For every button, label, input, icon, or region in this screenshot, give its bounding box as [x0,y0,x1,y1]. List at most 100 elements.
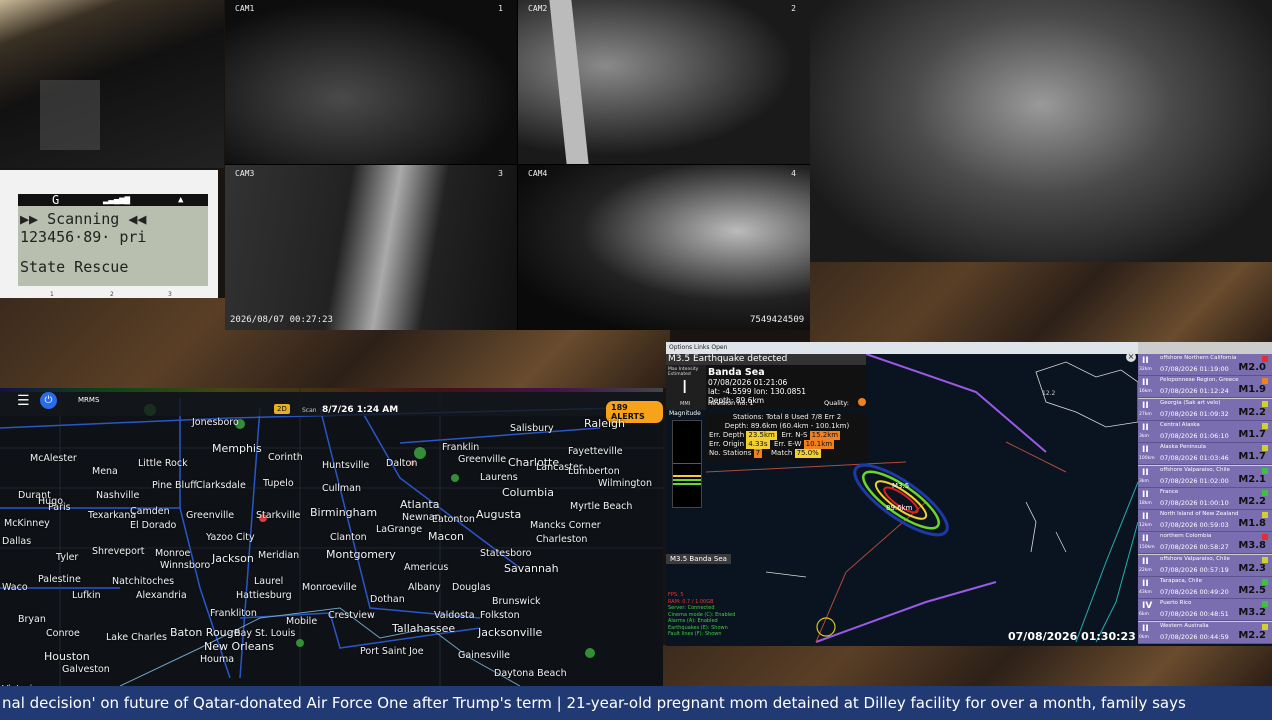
list-datetime: 07/08/2026 00:57:19 [1160,565,1229,574]
list-magnitude: M3.2 [1238,607,1266,619]
quake-list-item[interactable]: II 22km offshore Valparaiso, Chile 07/08/20… [1138,554,1272,577]
city-label: Statesboro [480,548,532,559]
camera-3-view[interactable]: CAM3 3 [225,165,517,330]
city-label: Monroe [155,548,191,559]
quake-datetime: 07/08/2026 01:21:06 [708,378,788,387]
city-label: Americus [404,562,449,573]
city-label: Laurel [254,576,284,587]
list-magnitude: M2.0 [1238,362,1266,373]
camera-number: 3 [498,169,503,178]
city-label: Tupelo [263,478,294,489]
quake-list-item[interactable]: II 27km Georgia (Sak art velo) 07/08/2026 0… [1138,398,1272,421]
city-label: Brunswick [492,596,541,607]
city-label: Macon [428,530,464,543]
backyard-camera [810,0,1272,262]
quake-clock: 07/08/2026 01:30:23 [1008,630,1136,643]
city-label: Memphis [212,442,262,455]
quake-list-item[interactable]: II 43km Tarapaca, Chile 07/08/2026 00:49:20… [1138,577,1272,599]
power-icon[interactable]: ⏻ [40,392,57,409]
city-label: McAlester [30,453,77,464]
list-mmi: II [1142,422,1149,433]
radio-scanner: G ▂▃▄▅▆ ▲ ▶▶ Scanning ◀◀ 123456·89· pri … [0,170,218,298]
quake-list-item[interactable]: II 3km offshore Valparaiso, Chile 07/08/202… [1138,465,1272,488]
list-datetime: 07/08/2026 00:59:03 [1160,521,1229,530]
background-scene-right [810,262,1272,346]
camera-4-view[interactable]: CAM4 4 [518,165,810,330]
quake-list-item[interactable]: II 3km Central Alaska 07/08/2026 01:06:10 M1… [1138,420,1272,443]
list-distance: 150km [1139,545,1155,551]
city-label: Clanton [330,532,367,543]
camera-2-view[interactable]: CAM2 2 [518,0,810,164]
camera-label: CAM4 [528,169,548,178]
list-magnitude: M3.8 [1238,540,1266,552]
city-label: El Dorado [130,520,177,531]
city-label: Laurens [480,472,518,483]
list-distance: 16km [1139,389,1152,395]
city-label: Bryan [18,614,46,625]
list-distance: 18km [1139,500,1152,506]
background-scene-bottom [660,645,1272,687]
city-label: Meridian [258,550,300,561]
city-label: Dothan [370,594,405,605]
list-location: Peloponnese Region, Greece [1160,377,1239,384]
list-mmi: II [1142,579,1149,589]
earthquake-monitor[interactable]: Options Links Open M3.5 Earthquake detec… [666,342,1272,646]
city-label: Mena [92,466,118,477]
close-icon[interactable]: × [1126,352,1136,362]
list-distance: 27km [1139,411,1152,417]
city-label: Camden [130,506,170,517]
city-label: Hattiesburg [236,590,292,601]
city-label: Douglas [452,582,491,593]
city-label: Dalton [386,458,418,469]
radar-map[interactable]: ☰ ⏻ MRMS 2D Scan 8/7/26 1:24 AM 189 ALER… [0,388,663,686]
quake-map-label[interactable]: M3.5 Banda Sea [666,554,731,564]
quake-list-item[interactable]: IV 6km Puerto Rico 07/08/2026 00:48:51 M3.2 [1138,599,1272,622]
scanner-frequency: 123456·89· pri [20,228,147,246]
city-label: Texarkana [88,510,137,521]
quake-list-item[interactable]: II 100km Alaska Peninsula 07/08/2026 01:03:… [1138,443,1272,466]
city-label: Jacksonville [478,626,543,639]
scanner-button[interactable]: 1 [50,291,54,298]
quake-list-item[interactable]: II 0km Western Australia 07/08/2026 00:44:5… [1138,621,1272,644]
city-label: Dallas [2,536,32,547]
quake-list-item[interactable]: II 18km France 07/08/2026 01:00:10 M2.2 [1138,487,1272,510]
quake-menubar[interactable]: Options Links Open [666,342,1138,354]
city-label: Waco [2,582,28,593]
city-label: Wilmington [598,478,652,489]
scan-time: 8/7/26 1:24 AM [322,405,399,415]
city-label: Pine Bluff [152,480,197,491]
view-toggle[interactable]: 2D [274,404,290,414]
list-location: offshore Valparaiso, Chile [1160,466,1230,473]
quake-list: II 32km offshore Northern California 07/08/… [1138,342,1272,644]
quake-list-item[interactable]: II 12km North Island of New Zealand 07/08/2… [1138,510,1272,533]
list-distance: 12km [1139,523,1152,529]
radar-toolbar: ☰ ⏻ MRMS 2D Scan 8/7/26 1:24 AM [0,388,663,416]
camera-1-view[interactable]: CAM1 1 [225,0,517,164]
list-distance: 100km [1139,456,1155,462]
list-magnitude: M2.2 [1238,629,1266,641]
scanner-button[interactable]: 2 [110,291,114,298]
menu-icon[interactable]: ☰ [17,393,30,409]
quake-list-item[interactable]: II 32km offshore Northern California 07/08/… [1138,354,1272,376]
scanner-mode: G [52,193,60,207]
city-label: Gainesville [458,650,511,661]
city-label: Charleston [536,534,588,545]
quake-map-magnitude: M3.5 [892,482,910,490]
city-label: Bay St. Louis [234,628,296,639]
scanner-button[interactable]: 3 [168,291,172,298]
city-label: Houston [44,650,90,663]
list-mmi: II [1142,489,1149,500]
city-label: Greenville [186,510,235,521]
list-magnitude: M2.3 [1238,562,1266,574]
quake-region: Banda Sea [708,367,765,378]
system-status: FPS: 5 RAM: 0.7 / 1.00GB Server: Connect… [668,592,736,637]
quake-list-item[interactable]: II 16km Peloponnese Region, Greece 07/08/20… [1138,376,1272,399]
product-selector[interactable]: MRMS [78,396,99,404]
city-label: Augusta [476,508,522,521]
list-distance: 0km [1139,634,1149,640]
quake-list-item[interactable]: II 150km northern Colombia 07/08/2026 00:58… [1138,532,1272,555]
station-stats: Stations: Total 8 Used 7/8 Err 2 Depth: … [706,412,868,462]
city-label: Baton Rouge [170,626,241,639]
list-mmi: II [1142,356,1149,366]
list-magnitude: M2.2 [1238,406,1266,418]
